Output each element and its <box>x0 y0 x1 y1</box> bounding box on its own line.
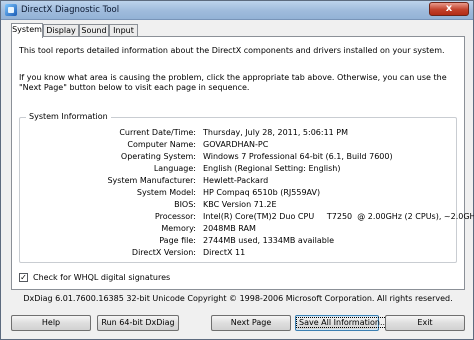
info-value-directx-version: DirectX 11 <box>203 248 246 257</box>
info-label-memory: Memory: <box>161 224 196 233</box>
info-row: Current Date/Time: Thursday, July 28, 20… <box>20 128 458 138</box>
directx-app-icon <box>5 4 17 16</box>
whql-checkbox-label[interactable]: Check for WHQL digital signatures <box>33 273 170 282</box>
info-row: System Manufacturer: Hewlett-Packard <box>20 176 458 186</box>
whql-checkbox[interactable]: ✓ <box>19 273 28 282</box>
info-row: System Model: HP Compaq 6510b (RJ559AV) <box>20 188 458 198</box>
info-row: Operating System: Windows 7 Professional… <box>20 152 458 162</box>
version-copyright-text: DxDiag 6.01.7600.16385 32-bit Unicode Co… <box>23 294 453 303</box>
info-value-language: English (Regional Setting: English) <box>203 164 341 173</box>
run-64-bit-dxdiag-button[interactable]: Run 64-bit DxDiag <box>97 315 179 331</box>
info-row: Page file: 2744MB used, 1334MB available <box>20 236 458 246</box>
info-value-memory: 2048MB RAM <box>203 224 256 233</box>
info-row: BIOS: KBC Version 71.2E <box>20 200 458 210</box>
intro-text-1: This tool reports detailed information a… <box>19 46 445 55</box>
system-tab-panel: This tool reports detailed information a… <box>11 36 474 290</box>
info-label-language: Language: <box>153 164 196 173</box>
info-label-processor: Processor: <box>154 212 196 221</box>
exit-button[interactable]: Exit <box>385 315 465 331</box>
run-64-bit-button-label: Run 64-bit DxDiag <box>101 318 175 327</box>
info-row: Computer Name: GOVARDHAN-PC <box>20 140 458 150</box>
next-page-button[interactable]: Next Page <box>211 315 291 331</box>
info-value-date-time: Thursday, July 28, 2011, 5:06:11 PM <box>203 128 349 137</box>
save-all-button-label: Save All Information... <box>296 317 391 328</box>
window-title: DirectX Diagnostic Tool <box>21 5 120 15</box>
info-label-date-time: Current Date/Time: <box>119 128 196 137</box>
dxdiag-window: DirectX Diagnostic Tool x System Display… <box>0 0 474 340</box>
info-value-processor: Intel(R) Core(TM)2 Duo CPU T7250 @ 2.00G… <box>203 212 474 221</box>
info-value-page-file: 2744MB used, 1334MB available <box>203 236 335 245</box>
tab-system[interactable]: System <box>11 23 43 38</box>
info-label-bios: BIOS: <box>174 200 196 209</box>
info-value-system-manufacturer: Hewlett-Packard <box>203 176 269 185</box>
info-label-computer-name: Computer Name: <box>127 140 196 149</box>
help-button[interactable]: Help <box>11 315 91 331</box>
info-value-computer-name: GOVARDHAN-PC <box>203 140 269 149</box>
info-row: Memory: 2048MB RAM <box>20 224 458 234</box>
intro-text-2: If you know what area is causing the pro… <box>19 73 447 92</box>
next-page-button-label: Next Page <box>230 318 272 327</box>
info-label-directx-version: DirectX Version: <box>131 248 196 257</box>
info-label-system-manufacturer: System Manufacturer: <box>107 176 196 185</box>
info-value-system-model: HP Compaq 6510b (RJ559AV) <box>203 188 321 197</box>
help-button-label: Help <box>41 318 61 327</box>
info-label-operating-system: Operating System: <box>120 152 196 161</box>
info-row: Processor: Intel(R) Core(TM)2 Duo CPU T7… <box>20 212 474 222</box>
title-bar[interactable]: DirectX Diagnostic Tool x <box>1 1 473 20</box>
info-row: Language: English (Regional Setting: Eng… <box>20 164 458 174</box>
system-information-group: System Information Current Date/Time: Th… <box>19 112 474 263</box>
exit-button-label: Exit <box>417 318 433 327</box>
info-value-operating-system: Windows 7 Professional 64-bit (6.1, Buil… <box>203 152 393 161</box>
info-label-system-model: System Model: <box>136 188 196 197</box>
system-information-legend: System Information <box>26 112 111 121</box>
close-button[interactable]: x <box>429 2 469 16</box>
info-row: DirectX Version: DirectX 11 <box>20 248 458 258</box>
info-value-bios: KBC Version 71.2E <box>203 200 277 209</box>
info-label-page-file: Page file: <box>159 236 196 245</box>
save-all-information-button[interactable]: Save All Information... <box>295 315 391 331</box>
